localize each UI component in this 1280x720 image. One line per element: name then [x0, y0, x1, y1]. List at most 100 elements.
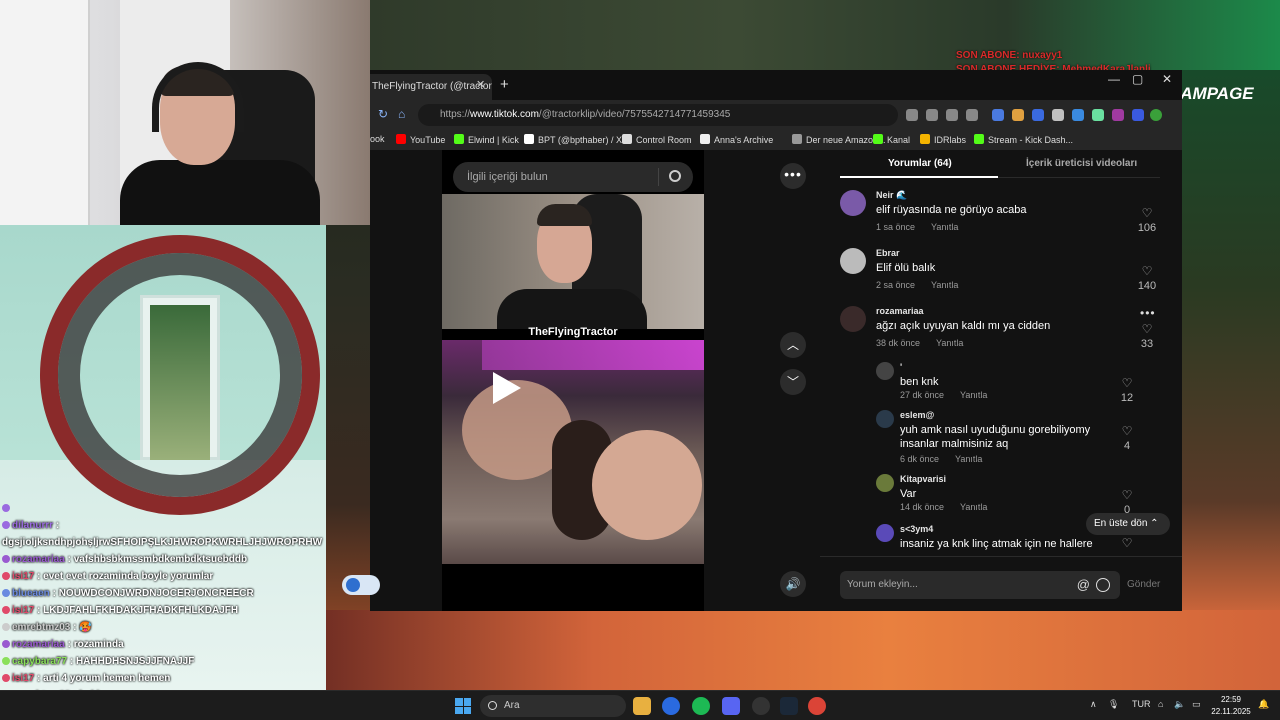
mention-icon[interactable]: @	[1077, 571, 1090, 599]
reply-button[interactable]: Yanıtla	[931, 222, 958, 232]
play-icon[interactable]	[487, 370, 523, 406]
spotify-icon[interactable]	[692, 697, 710, 715]
discord-icon[interactable]	[722, 697, 740, 715]
taskbar-search[interactable]: Ara	[480, 695, 626, 717]
chrome-icon[interactable]	[808, 697, 826, 715]
install-app-icon[interactable]	[906, 109, 918, 121]
battery-icon[interactable]: ▭	[1192, 699, 1201, 710]
bookmark-item[interactable]: ook	[370, 134, 385, 144]
extension-icon[interactable]	[1072, 109, 1084, 121]
reply-button[interactable]: Yanıtla	[931, 280, 958, 290]
like-heart-icon[interactable]: ♡	[1120, 376, 1134, 390]
like-heart-icon[interactable]: ♡	[1120, 424, 1134, 438]
chat-username[interactable]: dilanurrr	[12, 520, 53, 531]
comment-username[interactable]: Ebrar	[876, 248, 900, 258]
bookmark-item[interactable]: Stream - Kick Dash...	[974, 134, 1073, 145]
avatar[interactable]	[876, 524, 894, 542]
sidebar-icon[interactable]	[1132, 109, 1144, 121]
share-icon[interactable]	[946, 109, 958, 121]
more-options-icon[interactable]: •••	[780, 163, 806, 189]
avatar[interactable]	[840, 248, 866, 274]
chat-username[interactable]: rozamariaa	[12, 554, 65, 565]
reply-username[interactable]: eslem@	[900, 410, 934, 420]
autoscroll-toggle[interactable]	[342, 575, 380, 595]
home-icon[interactable]: ⌂	[398, 107, 405, 121]
file-explorer-icon[interactable]	[633, 697, 651, 715]
chat-username[interactable]: isi17	[12, 605, 34, 616]
tab-creator-videos[interactable]: İçerik üreticisi videoları	[1026, 158, 1137, 169]
volume-icon[interactable]: 🔊	[780, 571, 806, 597]
speaker-icon[interactable]: 🔈	[1174, 699, 1185, 710]
extension-icon[interactable]	[1092, 109, 1104, 121]
windows-start-icon[interactable]	[455, 698, 471, 714]
bookmark-item[interactable]: YouTube	[396, 134, 445, 145]
bookmark-item[interactable]: IDRlabs	[920, 134, 966, 145]
system-clock[interactable]: 22:59 22.11.2025	[1210, 694, 1252, 718]
chat-username[interactable]: isi17	[12, 571, 34, 582]
profile-avatar[interactable]	[1150, 109, 1162, 121]
close-window-icon[interactable]: ✕	[1162, 72, 1172, 86]
url-field[interactable]: https://www.tiktok.com/@tractorklip/vide…	[418, 104, 898, 126]
browser-app-icon[interactable]	[662, 697, 680, 715]
avatar[interactable]	[876, 474, 894, 492]
back-to-top-button[interactable]: En üste dön ⌃	[1086, 513, 1170, 535]
translate-icon[interactable]	[926, 109, 938, 121]
new-tab-button[interactable]: +	[500, 76, 509, 93]
comment-username[interactable]: rozamariaa	[876, 306, 924, 316]
chat-username[interactable]: isi17	[12, 673, 34, 684]
reply-button[interactable]: Yanıtla	[960, 390, 987, 400]
bookmark-item[interactable]: Elwind | Kick	[454, 134, 519, 145]
like-heart-icon[interactable]: ♡	[1140, 264, 1154, 278]
like-heart-icon[interactable]: ♡	[1140, 322, 1154, 336]
microphone-icon[interactable]: 🎙	[1108, 699, 1119, 710]
browser-tab[interactable]: TheFlyingTractor (@tractorkl	[370, 74, 492, 100]
video-bottom-frame[interactable]	[442, 340, 704, 564]
send-button[interactable]: Gönder	[1127, 579, 1160, 590]
keyboard-language[interactable]: TUR	[1132, 699, 1151, 709]
search-icon[interactable]	[669, 170, 681, 182]
extension-icon[interactable]	[1112, 109, 1124, 121]
steam-icon[interactable]	[780, 697, 798, 715]
like-heart-icon[interactable]: ♡	[1120, 488, 1134, 502]
avatar[interactable]	[876, 362, 894, 380]
avatar[interactable]	[876, 410, 894, 428]
comment-input[interactable]: Yorum ekleyin... @	[840, 571, 1120, 599]
extension-icon[interactable]	[992, 109, 1004, 121]
comment-more-icon[interactable]: •••	[1140, 306, 1156, 320]
chat-username[interactable]: rozamariaa	[12, 639, 65, 650]
reply-button[interactable]: Yanıtla	[955, 454, 982, 464]
comment-username[interactable]: Neir 🌊	[876, 190, 907, 201]
chat-username[interactable]: emrebtmz03	[12, 622, 70, 633]
maximize-icon[interactable]: ▢	[1132, 72, 1143, 86]
extension-icon[interactable]	[1012, 109, 1024, 121]
reload-icon[interactable]: ↻	[378, 107, 388, 121]
notification-bell-icon[interactable]: 🔔	[1258, 699, 1269, 710]
reply-username[interactable]: Kitapvarisi	[900, 474, 946, 484]
next-video-button[interactable]: ﹀	[780, 369, 806, 395]
related-search-input[interactable]: İlgili içeriği bulun	[453, 162, 693, 192]
bookmark-item[interactable]: Der neue Amazon...	[792, 134, 886, 145]
previous-video-button[interactable]: ︿	[780, 332, 806, 358]
extension-icon[interactable]	[1032, 109, 1044, 121]
obs-icon[interactable]	[752, 697, 770, 715]
bookmark-item[interactable]: Anna's Archive	[700, 134, 773, 145]
minimize-icon[interactable]: —	[1108, 72, 1120, 86]
bookmark-item[interactable]: Kanal	[873, 134, 910, 145]
close-tab-icon[interactable]: ✕	[476, 78, 485, 91]
emoji-icon[interactable]	[1096, 578, 1110, 592]
tab-comments[interactable]: Yorumlar (64)	[888, 158, 952, 169]
avatar[interactable]	[840, 190, 866, 216]
reply-username[interactable]: s<3ym4	[900, 524, 933, 534]
reply-button[interactable]: Yanıtla	[960, 502, 987, 512]
tray-overflow-icon[interactable]: ∧	[1090, 699, 1097, 710]
avatar[interactable]	[840, 306, 866, 332]
reply-username[interactable]: '	[900, 362, 902, 372]
extension-icon[interactable]	[1052, 109, 1064, 121]
bookmark-item[interactable]: BPT (@bpthaber) / X	[524, 134, 622, 145]
like-heart-icon[interactable]: ♡	[1120, 536, 1134, 550]
network-icon[interactable]: ⌂	[1158, 699, 1163, 709]
chat-username[interactable]: blueaen	[12, 588, 50, 599]
like-heart-icon[interactable]: ♡	[1140, 206, 1154, 220]
bookmark-icon[interactable]	[966, 109, 978, 121]
chat-username[interactable]: capybara77	[12, 656, 67, 667]
